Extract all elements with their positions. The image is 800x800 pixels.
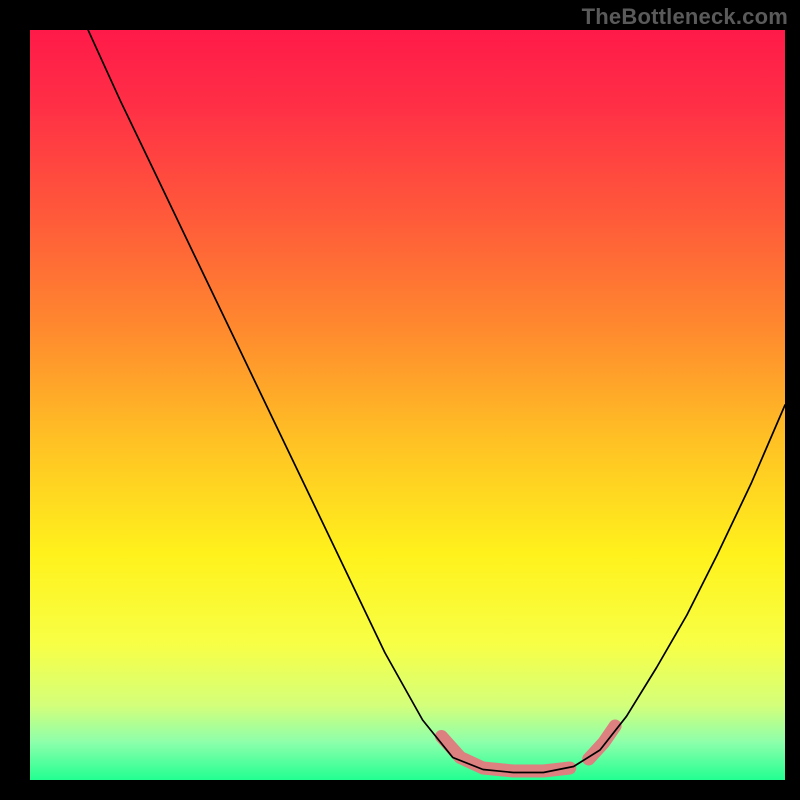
chart-frame: TheBottleneck.com	[0, 0, 800, 800]
plot-area	[30, 30, 785, 780]
heatmap-background	[30, 30, 785, 780]
chart-svg	[30, 30, 785, 780]
watermark-text: TheBottleneck.com	[582, 4, 788, 30]
